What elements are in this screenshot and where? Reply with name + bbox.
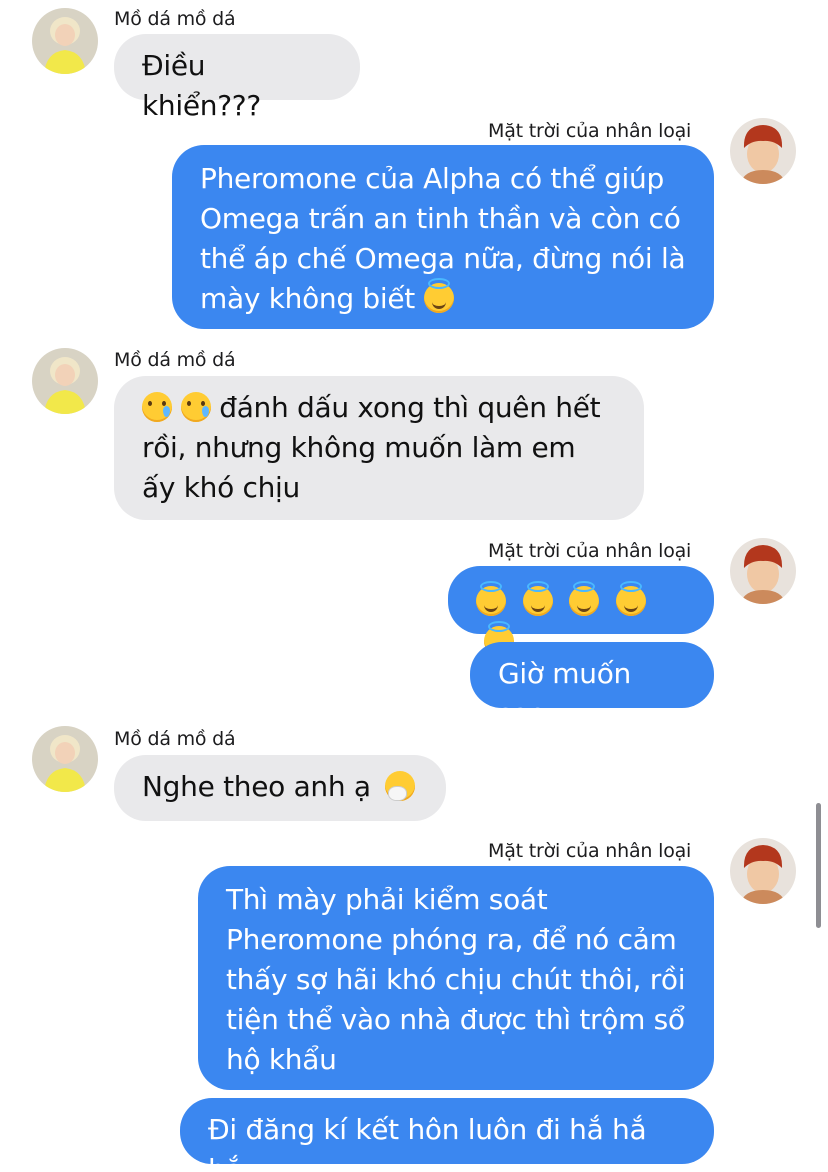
smiling-face-with-halo-icon bbox=[476, 581, 506, 616]
message-bubble-outgoing[interactable]: Giờ muốn sao bbox=[470, 642, 714, 730]
friend-name: Mồ dá mồ dá bbox=[114, 728, 236, 750]
friend-avatar[interactable] bbox=[32, 726, 98, 792]
message-text: Đi đăng kí kết hôn luôn đi hắ hắ hắ bbox=[208, 1113, 647, 1172]
message-text: Điều khiển??? bbox=[142, 49, 261, 122]
message-bubble-incoming[interactable]: Điều khiển??? bbox=[114, 34, 360, 122]
message-text: đánh dấu xong thì quên hết rồi, nhưng kh… bbox=[142, 391, 601, 504]
scrollbar[interactable] bbox=[816, 803, 821, 928]
message-bubble-outgoing[interactable]: Thì mày phải kiểm soát Pheromone phóng r… bbox=[198, 866, 714, 1090]
smiling-face-with-halo-icon bbox=[423, 278, 454, 313]
friend-name: Mồ dá mồ dá bbox=[114, 349, 236, 371]
friend-avatar[interactable] bbox=[32, 8, 98, 74]
me-avatar[interactable] bbox=[730, 838, 796, 904]
crying-face-icon bbox=[142, 392, 172, 422]
message-text: Giờ muốn sao bbox=[498, 657, 632, 730]
friend-name: Mồ dá mồ dá bbox=[114, 8, 236, 30]
me-avatar[interactable] bbox=[730, 118, 796, 184]
message-text: Thì mày phải kiểm soát Pheromone phóng r… bbox=[226, 883, 686, 1076]
smiling-face-with-halo-icon bbox=[569, 581, 600, 616]
message-bubble-outgoing[interactable]: Đi đăng kí kết hôn luôn đi hắ hắ hắ bbox=[180, 1098, 714, 1172]
message-bubble-outgoing[interactable]: Pheromone của Alpha có thể giúp Omega tr… bbox=[172, 145, 714, 329]
friend-avatar[interactable] bbox=[32, 348, 98, 414]
me-name: Mặt trời của nhân loại bbox=[488, 120, 692, 142]
smiling-face-with-halo-icon bbox=[522, 581, 553, 616]
smiling-face-with-halo-icon bbox=[615, 581, 646, 616]
crying-face-icon bbox=[180, 392, 211, 422]
me-avatar[interactable] bbox=[730, 538, 796, 604]
sneezing-face-icon bbox=[385, 771, 416, 801]
message-bubble-outgoing[interactable] bbox=[448, 566, 714, 656]
message-bubble-incoming[interactable]: đánh dấu xong thì quên hết rồi, nhưng kh… bbox=[114, 376, 644, 520]
me-name: Mặt trời của nhân loại bbox=[488, 540, 692, 562]
message-text: Nghe theo anh ạ bbox=[142, 770, 371, 803]
message-bubble-incoming[interactable]: Nghe theo anh ạ bbox=[114, 755, 446, 821]
me-name: Mặt trời của nhân loại bbox=[488, 840, 692, 862]
